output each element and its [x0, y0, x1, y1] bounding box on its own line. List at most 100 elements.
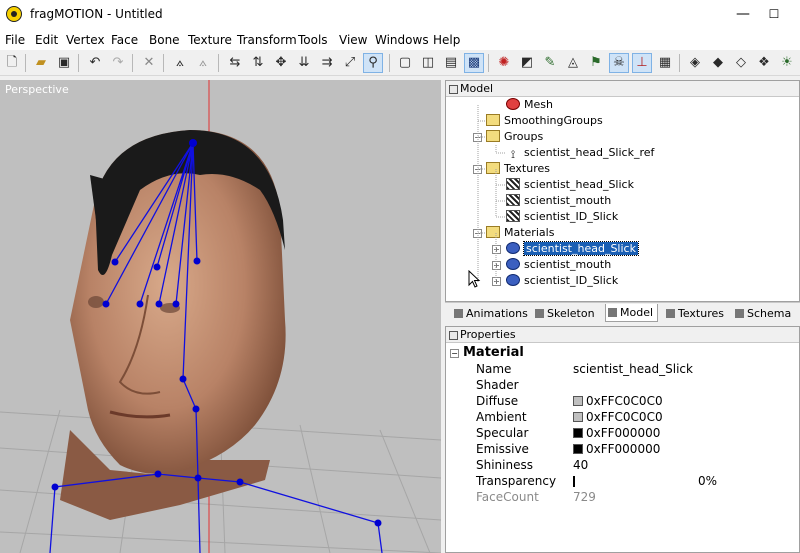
- viewport-label: Perspective: [5, 83, 69, 96]
- viewport-scene: [0, 80, 441, 553]
- tab-model[interactable]: Model: [605, 304, 659, 322]
- model-tree[interactable]: Mesh SmoothingGroups − Groups ⟟ scientist…: [446, 97, 799, 301]
- menu-vertex[interactable]: Vertex: [66, 33, 105, 47]
- tab-skeleton[interactable]: Skeleton: [532, 304, 600, 322]
- property-row-name[interactable]: Name scientist_head_Slick: [476, 361, 796, 377]
- minimize-button[interactable]: —: [728, 4, 758, 24]
- tab-textures[interactable]: Textures: [663, 304, 729, 322]
- menu-texture[interactable]: Texture: [188, 33, 232, 47]
- redo-icon[interactable]: ↷: [108, 53, 128, 73]
- menu-bar: File Edit Vertex Face Bone Texture Trans…: [0, 30, 800, 50]
- menu-face[interactable]: Face: [111, 33, 138, 47]
- property-value: 40: [573, 458, 589, 472]
- toolbar-separator: [78, 54, 79, 72]
- move-down-icon[interactable]: ⇊: [294, 53, 314, 73]
- move-center-icon[interactable]: ✥: [271, 53, 291, 73]
- tree-lines: [477, 105, 506, 282]
- add-bone-icon[interactable]: ⟑: [170, 53, 190, 73]
- window-title: fragMOTION - Untitled: [30, 7, 163, 21]
- show-axes-icon[interactable]: ⊥: [632, 53, 652, 73]
- menu-bone[interactable]: Bone: [149, 33, 180, 47]
- texture-select-icon[interactable]: ◩: [517, 53, 537, 73]
- model-panel: Model Mesh SmoothingGroups − Groups ⟟ sci…: [445, 80, 800, 302]
- property-category: Material: [463, 345, 524, 360]
- textured-icon[interactable]: ❖: [754, 53, 774, 73]
- menu-transform[interactable]: Transform: [237, 33, 297, 47]
- property-value: scientist_head_Slick: [573, 362, 693, 376]
- property-row-ambient[interactable]: Ambient 0xFFC0C0C0: [476, 409, 796, 425]
- head-model: [60, 130, 286, 520]
- property-row-diffuse[interactable]: Diffuse 0xFFC0C0C0: [476, 393, 796, 409]
- perspective-viewport[interactable]: Perspective: [0, 80, 441, 553]
- property-name: FaceCount: [476, 490, 539, 504]
- save-icon[interactable]: ▣: [54, 53, 74, 73]
- properties-panel-header: Properties: [446, 327, 799, 343]
- transparency-slider[interactable]: [573, 476, 575, 487]
- property-value: 0xFF000000: [586, 442, 661, 456]
- toolbar-separator: [132, 54, 133, 72]
- move-left-icon[interactable]: ⇆: [225, 53, 245, 73]
- color-swatch: [573, 396, 583, 406]
- toolbar-separator: [679, 54, 680, 72]
- skeleton-select-icon[interactable]: ⚲: [363, 53, 383, 73]
- app-logo-icon: [6, 6, 22, 22]
- property-value: 0xFF000000: [586, 426, 661, 440]
- tab-animations[interactable]: Animations: [451, 304, 533, 322]
- toolbar: 🗋 ▰ ▣ ↶ ↷ ✕ ⟑ ⟑ ⇆ ⇅ ✥ ⇊ ⇉ ⤢ ⚲ ▢ ◫ ▤ ▩ ✺ …: [0, 50, 800, 76]
- move-right-icon[interactable]: ⇉: [317, 53, 337, 73]
- menu-help[interactable]: Help: [433, 33, 460, 47]
- color-swatch: [573, 444, 583, 454]
- property-row-shader[interactable]: Shader: [476, 377, 796, 393]
- title-bar: fragMOTION - Untitled — ☐ ✕: [0, 0, 800, 30]
- toolbar-separator: [488, 54, 489, 72]
- property-value: 0%: [698, 474, 718, 488]
- remove-bone-icon[interactable]: ⟑: [193, 53, 213, 73]
- open-folder-icon[interactable]: ▰: [31, 53, 51, 73]
- property-name: Specular: [476, 426, 529, 440]
- properties-panel: Properties − Material Name scientist_head…: [445, 326, 800, 553]
- property-row-specular[interactable]: Specular 0xFF000000: [476, 425, 796, 441]
- view-single-icon[interactable]: ▢: [395, 53, 415, 73]
- view-double-icon[interactable]: ◫: [418, 53, 438, 73]
- show-grid-icon[interactable]: ▦: [655, 53, 675, 73]
- view-triple-icon[interactable]: ▤: [441, 53, 461, 73]
- vertex-select-icon[interactable]: ✎: [540, 53, 560, 73]
- property-row-facecount: FaceCount 729: [476, 489, 796, 505]
- toolbar-separator: [218, 54, 219, 72]
- property-name: Name: [476, 362, 512, 376]
- menu-windows[interactable]: Windows: [375, 33, 429, 47]
- show-bones-icon[interactable]: ☠: [609, 53, 629, 73]
- property-row-transparency[interactable]: Transparency 0%: [476, 473, 796, 489]
- color-swatch: [573, 428, 583, 438]
- mesh-select-icon[interactable]: ✺: [494, 53, 514, 73]
- tab-schema[interactable]: Schema: [732, 304, 796, 322]
- property-name: Shader: [476, 378, 519, 392]
- wireframe-icon[interactable]: ◈: [685, 53, 705, 73]
- maximize-button[interactable]: ☐: [759, 4, 789, 24]
- mouse-cursor-icon: [468, 270, 481, 288]
- move-up-icon[interactable]: ⇅: [248, 53, 268, 73]
- undo-icon[interactable]: ↶: [85, 53, 105, 73]
- toolbar-separator: [389, 54, 390, 72]
- menu-view[interactable]: View: [339, 33, 367, 47]
- menu-edit[interactable]: Edit: [35, 33, 58, 47]
- smooth-shade-icon[interactable]: ◇: [731, 53, 751, 73]
- collapse-icon[interactable]: −: [450, 349, 459, 358]
- property-name: Transparency: [476, 474, 557, 488]
- lighting-icon[interactable]: ☀: [777, 53, 797, 73]
- property-row-emissive[interactable]: Emissive 0xFF000000: [476, 441, 796, 457]
- delete-icon[interactable]: ✕: [139, 53, 159, 73]
- face-select-icon[interactable]: ◬: [563, 53, 583, 73]
- view-quad-icon[interactable]: ▩: [464, 53, 484, 73]
- new-file-icon[interactable]: 🗋: [2, 53, 22, 73]
- scale-icon[interactable]: ⤢: [340, 53, 360, 73]
- menu-file[interactable]: File: [5, 33, 25, 47]
- flat-shade-icon[interactable]: ◆: [708, 53, 728, 73]
- property-row-shininess[interactable]: Shininess 40: [476, 457, 796, 473]
- property-value: 0xFFC0C0C0: [586, 410, 663, 424]
- bone-select-icon[interactable]: ⚑: [586, 53, 606, 73]
- toolbar-separator: [163, 54, 164, 72]
- menu-tools[interactable]: Tools: [298, 33, 328, 47]
- property-name: Emissive: [476, 442, 529, 456]
- model-panel-header: Model: [446, 81, 799, 97]
